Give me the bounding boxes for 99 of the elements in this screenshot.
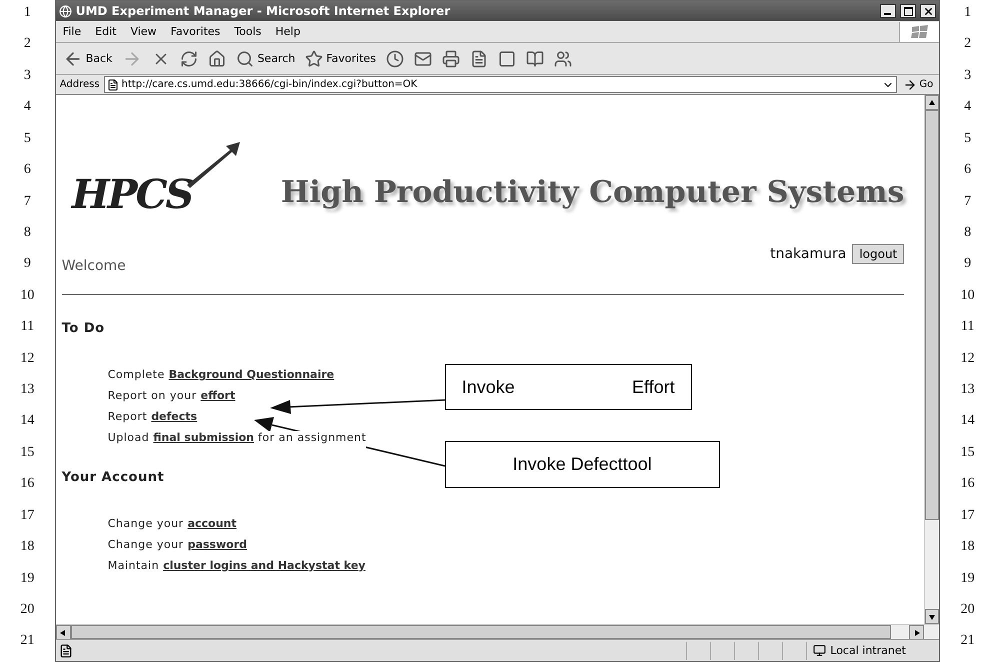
triangle-left-icon [59,628,68,636]
welcome-text: Welcome [62,258,126,274]
line-number: 14 [960,412,975,430]
line-number: 15 [960,444,975,462]
line-number: 5 [24,130,31,148]
line-number: 19 [960,570,975,588]
task-link[interactable]: defects [151,410,198,423]
task-link[interactable]: cluster logins and Hackystat key [163,559,366,572]
username: tnakamura [770,246,846,262]
line-number: 5 [964,130,972,148]
line-number: 8 [24,224,31,242]
line-number: 11 [20,318,34,336]
page-icon [498,50,516,68]
line-number: 15 [20,444,34,462]
triangle-up-icon [928,98,936,106]
line-number: 16 [960,475,975,494]
line-number: 3 [24,66,31,85]
books-icon [526,50,544,68]
horizontal-scrollbar[interactable] [56,624,940,639]
maximize-button[interactable] [900,4,916,18]
line-number: 3 [964,66,972,85]
logout-button[interactable]: logout [852,244,904,264]
page-title: High Productivity Computer Systems [280,175,904,210]
line-number: 7 [964,192,972,211]
triangle-down-icon [928,612,936,620]
line-number: 7 [24,192,31,211]
vertical-scrollbar[interactable] [924,95,940,624]
line-number: 2 [964,35,972,54]
callout-box: Invoke Defecttool [444,441,720,488]
globe-icon [58,4,72,18]
line-number: 10 [20,286,34,305]
line-number: 8 [964,224,972,242]
section-heading: To Do [62,321,105,336]
line-number: 4 [964,98,972,116]
line-number: 12 [960,350,975,368]
star-icon [305,50,324,68]
line-number: 2 [24,35,31,54]
line-number: 18 [20,538,34,556]
menu-item[interactable]: Tools [227,25,268,38]
home-icon [208,50,226,68]
line-number: 10 [960,286,975,305]
go-button[interactable]: Go [901,78,936,92]
menu-item[interactable]: File [56,25,88,38]
line-number: 6 [24,161,31,180]
line-number: 4 [24,98,31,116]
task-link[interactable]: Background Questionnaire [168,368,334,381]
close-icon [922,6,934,16]
line-number: 21 [960,632,975,650]
menu-item[interactable]: Favorites [164,25,228,38]
line-number: 20 [960,601,975,620]
favorites-button[interactable]: Favorites [302,50,379,68]
line-number: 11 [960,318,974,336]
line-number: 6 [964,161,972,180]
close-button[interactable] [920,4,936,18]
line-number: 1 [24,4,31,22]
address-label: Address [60,79,100,90]
back-button[interactable]: Back [60,48,116,68]
arrow-right-icon [903,78,918,92]
window-title: UMD Experiment Manager - Microsoft Internet Explorer [76,4,452,18]
computer-icon [813,644,826,657]
logo: HPCS [72,140,262,218]
clock-icon [386,50,404,68]
task-link[interactable]: password [188,538,247,551]
menu-item[interactable]: View [123,25,164,38]
minimize-button[interactable] [880,4,896,18]
mail-icon [414,50,432,68]
line-number: 19 [20,570,34,588]
search-button[interactable]: Search [233,50,298,68]
address-field[interactable]: http://care.cs.umd.edu:38666/cgi-bin/index.cgi?button=OK [104,76,898,93]
line-number: 9 [964,255,972,274]
line-number: 21 [20,632,34,650]
line-number: 13 [20,381,34,400]
page-icon [58,644,73,658]
line-number: 9 [24,255,31,274]
printer-icon [442,50,460,68]
line-number: 18 [960,538,975,556]
people-icon [554,50,572,68]
line-number: 13 [960,381,975,400]
line-number: 14 [20,412,34,430]
menu-item[interactable]: Edit [88,25,124,38]
line-number: 17 [960,506,975,525]
refresh-icon [180,50,198,68]
task-link[interactable]: effort [200,389,236,402]
line-number: 1 [964,4,972,22]
task-link[interactable]: account [188,517,237,530]
zone-label: Local intranet [830,644,906,657]
triangle-right-icon [912,628,921,636]
maximize-icon [904,6,913,16]
task-link[interactable]: final submission [153,431,254,444]
line-number: 16 [20,475,34,494]
callout-box: Invoke Effort [444,364,692,410]
line-number: 20 [20,601,34,620]
page-icon [106,78,119,90]
search-icon [236,50,254,68]
line-number: 17 [20,506,34,525]
document-icon [470,50,488,68]
menu-item[interactable]: Help [268,25,308,38]
section-heading: Your Account [62,470,164,485]
line-number: 12 [20,350,34,368]
